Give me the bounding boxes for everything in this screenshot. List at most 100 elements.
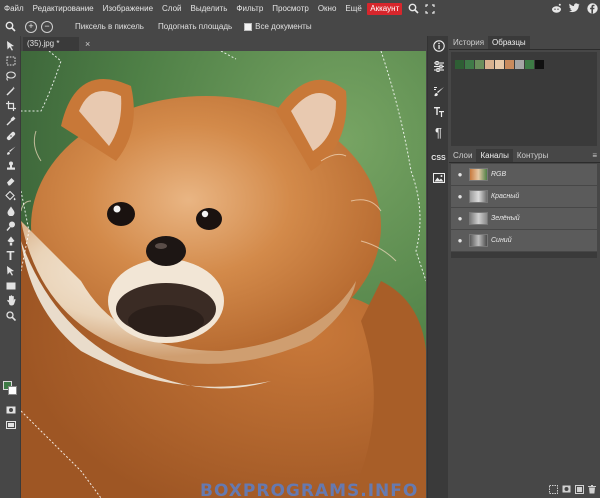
image-canvas[interactable] [21,51,426,498]
healing-tool-icon[interactable] [0,128,21,143]
marquee-tool-icon[interactable] [0,53,21,68]
swatches-panel [451,52,597,146]
all-documents-label: Все документы [255,22,312,31]
menu-select[interactable]: Выделить [186,0,232,17]
document-tab[interactable]: (35).jpg * [23,37,79,51]
channels-list: ● RGB ● Красный ● Зелёный ● Синий [451,164,597,258]
color-swatch[interactable] [515,60,524,69]
hand-tool-icon[interactable] [0,293,21,308]
background-color-swatch[interactable] [8,386,17,395]
brush-settings-icon[interactable] [428,82,449,102]
close-tab-icon[interactable]: × [85,37,90,51]
color-swatch[interactable] [535,60,544,69]
color-swatch[interactable] [525,60,534,69]
social-links [550,2,598,14]
channel-rgb[interactable]: ● RGB [451,164,597,186]
history-swatches-tabs: История Образцы [449,36,600,50]
color-swatch[interactable] [465,60,474,69]
menu-edit[interactable]: Редактирование [28,0,98,17]
channel-red[interactable]: ● Красный [451,186,597,208]
search-icon[interactable] [406,2,420,16]
adjustments-icon[interactable] [428,56,449,76]
menu-view[interactable]: Просмотр [268,0,314,17]
zoom-out-icon[interactable]: − [41,20,53,33]
channel-thumbnail [469,212,488,225]
color-swatch[interactable] [505,60,514,69]
eyedropper-tool-icon[interactable] [0,113,21,128]
css-button[interactable]: CSS [428,148,449,168]
brush-tool-icon[interactable] [0,143,21,158]
menu-more[interactable]: Ещё [341,0,366,17]
facebook-icon[interactable] [586,2,598,14]
move-tool-icon[interactable] [0,38,21,53]
selection-icon[interactable] [549,485,558,496]
pixel-to-pixel-button[interactable]: Пиксель в пиксель [75,22,144,31]
watermark: BOXPROGRAMS.INFO [200,481,419,498]
menu-filter[interactable]: Фильтр [232,0,268,17]
channel-name: Зелёный [491,215,520,222]
zoom-in-icon[interactable]: + [25,20,37,33]
crop-tool-icon[interactable] [0,98,21,113]
all-documents-checkbox[interactable] [244,22,253,31]
fit-area-button[interactable]: Подогнать площадь [158,22,232,31]
menu-bar: Файл Редактирование Изображение Слой Выд… [0,0,600,17]
tab-channels[interactable]: Каналы [476,149,513,162]
character-icon[interactable] [428,102,449,122]
text-tool-icon[interactable]: T [0,248,21,263]
tab-swatches[interactable]: Образцы [488,36,530,49]
dodge-tool-icon[interactable] [0,218,21,233]
menu-file[interactable]: Файл [0,0,28,17]
dog-photo [21,51,426,498]
side-tool-strip: ¶ CSS [427,36,448,498]
pen-tool-icon[interactable] [0,233,21,248]
tab-paths[interactable]: Контуры [513,149,552,162]
image-icon[interactable] [428,168,449,188]
channel-name: Синий [491,237,512,244]
clone-stamp-tool-icon[interactable] [0,158,21,173]
magic-wand-tool-icon[interactable] [0,83,21,98]
paragraph-icon[interactable]: ¶ [428,122,449,142]
new-channel-icon[interactable] [575,485,584,496]
info-icon[interactable] [428,36,449,56]
options-bar: + − Пиксель в пиксель Подогнать площадь … [0,17,600,36]
swatch-list [455,60,544,69]
tab-layers[interactable]: Слои [449,149,476,162]
quick-mask-icon[interactable] [0,402,21,417]
color-swatch[interactable] [475,60,484,69]
color-swatch[interactable] [455,60,464,69]
channel-blue[interactable]: ● Синий [451,230,597,252]
account-button[interactable]: Аккаунт [367,2,403,15]
color-swatch[interactable] [485,60,494,69]
menu-image[interactable]: Изображение [98,0,157,17]
menu-window[interactable]: Окно [313,0,341,17]
eraser-tool-icon[interactable] [0,173,21,188]
fill-tool-icon[interactable] [0,188,21,203]
path-select-tool-icon[interactable] [0,263,21,278]
channels-footer [449,485,600,496]
channel-green[interactable]: ● Зелёный [451,208,597,230]
twitter-icon[interactable] [568,2,580,14]
shape-tool-icon[interactable] [0,278,21,293]
blur-tool-icon[interactable] [0,203,21,218]
mask-icon[interactable] [562,485,571,496]
eye-icon[interactable]: ● [454,170,466,179]
eye-icon[interactable]: ● [454,192,466,201]
lasso-tool-icon[interactable] [0,68,21,83]
document-tabs: (35).jpg * × [21,36,426,51]
eye-icon[interactable]: ● [454,236,466,245]
panel-menu-icon[interactable]: ≡ [592,151,597,160]
channel-thumbnail [469,234,488,247]
channel-thumbnail [469,190,488,203]
reddit-icon[interactable] [550,2,562,14]
screen-mode-icon[interactable] [0,417,21,432]
color-swatch[interactable] [495,60,504,69]
tab-history[interactable]: История [449,36,488,49]
trash-icon[interactable] [588,485,596,496]
zoom-tool-icon[interactable] [0,308,21,323]
eye-icon[interactable]: ● [454,214,466,223]
menu-layer[interactable]: Слой [158,0,186,17]
right-panels: История Образцы Слои Каналы Контуры ≡ ● … [449,36,600,498]
channel-name: RGB [491,171,507,178]
zoom-tool-icon [3,20,17,34]
fullscreen-icon[interactable] [423,2,437,16]
